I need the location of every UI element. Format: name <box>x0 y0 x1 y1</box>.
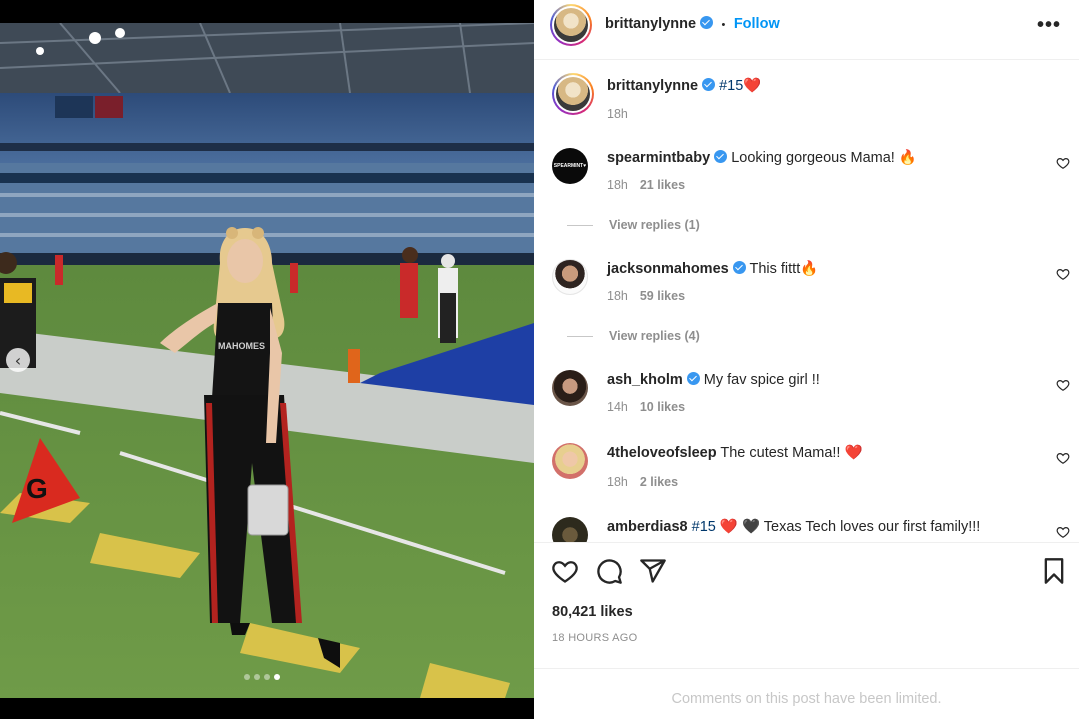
save-bookmark-icon[interactable] <box>1040 557 1068 585</box>
comment-text: Looking gorgeous Mama! 🔥 <box>731 150 917 166</box>
like-comment-heart-icon[interactable] <box>1056 378 1070 392</box>
comment-likes[interactable]: 59 likes <box>640 289 685 303</box>
post-header: brittanylynne • Follow ••• <box>534 0 1079 60</box>
red-heart-emoji: ❤️ <box>743 78 762 94</box>
comment-username[interactable]: jacksonmahomes <box>607 261 729 277</box>
post-side-panel: brittanylynne • Follow ••• brittanylynne… <box>534 0 1079 719</box>
like-comment-heart-icon[interactable] <box>1056 451 1070 465</box>
comment-hashtag[interactable]: #15 <box>692 519 716 535</box>
separator-dot: • <box>721 19 726 31</box>
svg-text:G: G <box>26 473 48 504</box>
caption-username[interactable]: brittanylynne <box>607 78 698 94</box>
comment-text: ❤️ 🖤 Texas Tech loves our first family!!… <box>719 519 981 535</box>
post-photo[interactable]: G MAHOMES <box>0 23 534 698</box>
post-timestamp[interactable]: 18 HOURS AGO <box>552 632 638 644</box>
comment-username[interactable]: ash_kholm <box>607 372 683 388</box>
comments-list[interactable]: brittanylynne #15❤️ 18h SPEARMINT♥ spear… <box>534 61 1079 542</box>
carousel-dot <box>254 674 260 680</box>
comment-text: My fav spice girl !! <box>703 372 820 388</box>
comment-time[interactable]: 18h <box>607 475 628 489</box>
commenter-avatar[interactable]: SPEARMINT♥ <box>552 148 588 184</box>
like-comment-heart-icon[interactable] <box>1056 267 1070 281</box>
comment-text: The cutest Mama!! ❤️ <box>720 445 863 461</box>
author-username[interactable]: brittanylynne <box>605 16 696 32</box>
author-avatar[interactable] <box>552 73 594 115</box>
post-media-pane: G MAHOMES ‹ <box>0 0 534 719</box>
comment-likes[interactable]: 21 likes <box>640 178 685 192</box>
carousel-dot-active <box>274 674 280 680</box>
view-replies-button[interactable]: View replies (4) <box>609 329 700 343</box>
carousel-dot <box>264 674 270 680</box>
like-heart-icon[interactable] <box>551 557 579 585</box>
post-actions-bar: 80,421 likes 18 HOURS AGO <box>534 542 1079 668</box>
caption-time[interactable]: 18h <box>607 107 628 121</box>
comment-time[interactable]: 18h <box>607 178 628 192</box>
verified-badge-icon <box>732 261 746 274</box>
like-comment-heart-icon[interactable] <box>1056 156 1070 170</box>
chevron-left-icon: ‹ <box>14 350 22 370</box>
carousel-dot <box>244 674 250 680</box>
comment-time[interactable]: 18h <box>607 289 628 303</box>
like-comment-heart-icon[interactable] <box>1056 525 1070 539</box>
avatar-logo-text: SPEARMINT♥ <box>553 163 587 169</box>
author-avatar[interactable] <box>550 4 592 46</box>
comment-username[interactable]: 4theloveofsleep <box>607 445 717 461</box>
more-options-icon[interactable]: ••• <box>1037 14 1061 37</box>
comment-likes[interactable]: 2 likes <box>640 475 678 489</box>
comment-bubble-icon[interactable] <box>595 557 623 585</box>
follow-button[interactable]: Follow <box>734 16 780 32</box>
verified-badge-icon <box>700 16 714 29</box>
carousel-prev-button[interactable]: ‹ <box>6 348 30 372</box>
comment-likes[interactable]: 10 likes <box>640 400 685 414</box>
commenter-avatar[interactable] <box>552 259 588 295</box>
svg-text:MAHOMES: MAHOMES <box>218 341 265 351</box>
verified-badge-icon <box>714 150 728 163</box>
comment-text: This fittt🔥 <box>749 261 819 277</box>
commenter-avatar[interactable] <box>552 370 588 406</box>
view-replies-button[interactable]: View replies (1) <box>609 218 700 232</box>
comment-username[interactable]: amberdias8 <box>607 519 688 535</box>
verified-badge-icon <box>702 78 716 91</box>
commenter-avatar[interactable] <box>552 443 588 479</box>
likes-count[interactable]: 80,421 likes <box>552 604 633 620</box>
caption-hashtag[interactable]: #15 <box>719 78 743 94</box>
verified-badge-icon <box>686 372 700 385</box>
comment-time[interactable]: 14h <box>607 400 628 414</box>
comment-username[interactable]: spearmintbaby <box>607 150 710 166</box>
share-paper-plane-icon[interactable] <box>639 557 667 585</box>
comments-limited-notice: Comments on this post have been limited. <box>534 668 1079 719</box>
carousel-indicator <box>244 674 280 680</box>
commenter-avatar[interactable] <box>552 517 588 542</box>
